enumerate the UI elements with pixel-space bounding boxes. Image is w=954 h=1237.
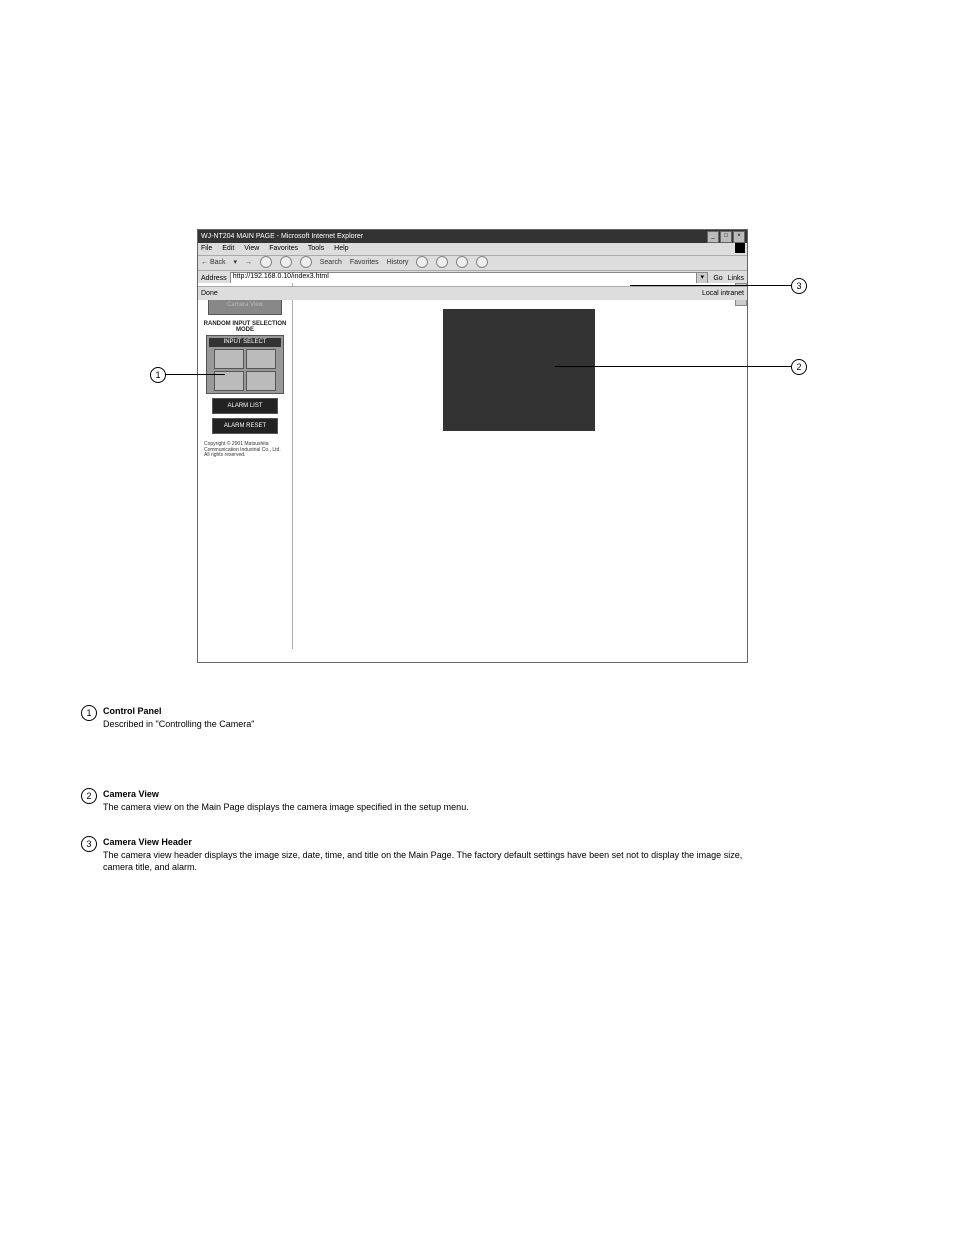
menu-view[interactable]: View xyxy=(244,245,259,252)
mode-label: RANDOM INPUT SELECTION MODE xyxy=(202,321,288,333)
callout-2-marker: 2 xyxy=(791,359,807,375)
menu-edit[interactable]: Edit xyxy=(222,245,234,252)
home-icon[interactable] xyxy=(300,256,312,268)
browser-titlebar: WJ-NT204 MAIN PAGE - Microsoft Internet … xyxy=(198,230,747,243)
ie-logo-icon xyxy=(735,243,745,253)
stop-icon[interactable] xyxy=(260,256,272,268)
input-select-panel: INPUT SELECT xyxy=(206,335,284,394)
favorites-button[interactable]: Favorites xyxy=(350,259,379,266)
toolbar: ← Back ▾ → Search Favorites History xyxy=(198,256,747,271)
status-bar: Done Local intranet xyxy=(198,286,747,300)
desc-2: Camera View The camera view on the Main … xyxy=(103,788,753,813)
control-panel-sidebar: WJ-NT204 Camera View RANDOM INPUT SELECT… xyxy=(198,283,293,649)
desc-1-text: Described in "Controlling the Camera" xyxy=(103,719,254,729)
status-right: Local intranet xyxy=(702,287,744,300)
callout-3-marker: 3 xyxy=(791,278,807,294)
input-select-2[interactable] xyxy=(246,349,276,369)
print-icon[interactable] xyxy=(436,256,448,268)
logo-subtitle: Camera View xyxy=(209,302,281,309)
history-button[interactable]: History xyxy=(387,259,409,266)
input-select-1[interactable] xyxy=(214,349,244,369)
edit-icon[interactable] xyxy=(456,256,468,268)
window-title: WJ-NT204 MAIN PAGE - Microsoft Internet … xyxy=(201,233,363,240)
callout-3-leader xyxy=(630,285,791,286)
input-select-4[interactable] xyxy=(246,371,276,391)
desc-2-num: 2 xyxy=(81,788,97,804)
go-button[interactable]: Go xyxy=(711,275,724,282)
discuss-icon[interactable] xyxy=(476,256,488,268)
desc-3-title: Camera View Header xyxy=(103,837,192,847)
callout-2-leader xyxy=(555,366,791,367)
back-button[interactable]: ← Back ▾ xyxy=(201,259,237,266)
address-dropdown-icon[interactable]: ▾ xyxy=(696,273,707,283)
desc-3: Camera View Header The camera view heade… xyxy=(103,836,753,874)
address-url: http://192.168.0.10/index3.html xyxy=(233,273,329,280)
refresh-icon[interactable] xyxy=(280,256,292,268)
camera-view-area: ▴ ▾ xyxy=(293,283,747,649)
desc-3-num: 3 xyxy=(81,836,97,852)
minimize-button[interactable]: _ xyxy=(707,231,719,243)
page-content: WJ-NT204 Camera View RANDOM INPUT SELECT… xyxy=(198,283,747,649)
alarm-list-button[interactable]: ALARM LIST xyxy=(212,398,278,414)
forward-button[interactable]: → xyxy=(245,259,252,266)
browser-window: WJ-NT204 MAIN PAGE - Microsoft Internet … xyxy=(197,229,748,663)
close-button[interactable]: × xyxy=(733,231,745,243)
input-select-title: INPUT SELECT xyxy=(209,338,281,347)
desc-1: Control Panel Described in "Controlling … xyxy=(103,705,753,730)
status-left: Done xyxy=(201,290,218,297)
copyright-text: Copyright © 2001 Matsushita Communicatio… xyxy=(198,438,292,463)
menu-bar: File Edit View Favorites Tools Help xyxy=(198,243,747,256)
menu-file[interactable]: File xyxy=(201,245,212,252)
desc-1-num: 1 xyxy=(81,705,97,721)
callout-1-marker: 1 xyxy=(150,367,166,383)
search-button[interactable]: Search xyxy=(320,259,342,266)
callout-1-leader xyxy=(165,374,225,375)
maximize-button[interactable]: □ xyxy=(720,231,732,243)
mail-icon[interactable] xyxy=(416,256,428,268)
camera-view xyxy=(443,309,595,431)
address-label: Address xyxy=(201,275,227,282)
menu-help[interactable]: Help xyxy=(334,245,348,252)
desc-2-text: The camera view on the Main Page display… xyxy=(103,802,469,812)
links-button[interactable]: Links xyxy=(728,275,744,282)
alarm-reset-button[interactable]: ALARM RESET xyxy=(212,418,278,434)
desc-2-title: Camera View xyxy=(103,789,159,799)
menu-tools[interactable]: Tools xyxy=(308,245,324,252)
desc-3-text: The camera view header displays the imag… xyxy=(103,850,742,873)
desc-1-title: Control Panel xyxy=(103,706,162,716)
menu-favorites[interactable]: Favorites xyxy=(269,245,298,252)
